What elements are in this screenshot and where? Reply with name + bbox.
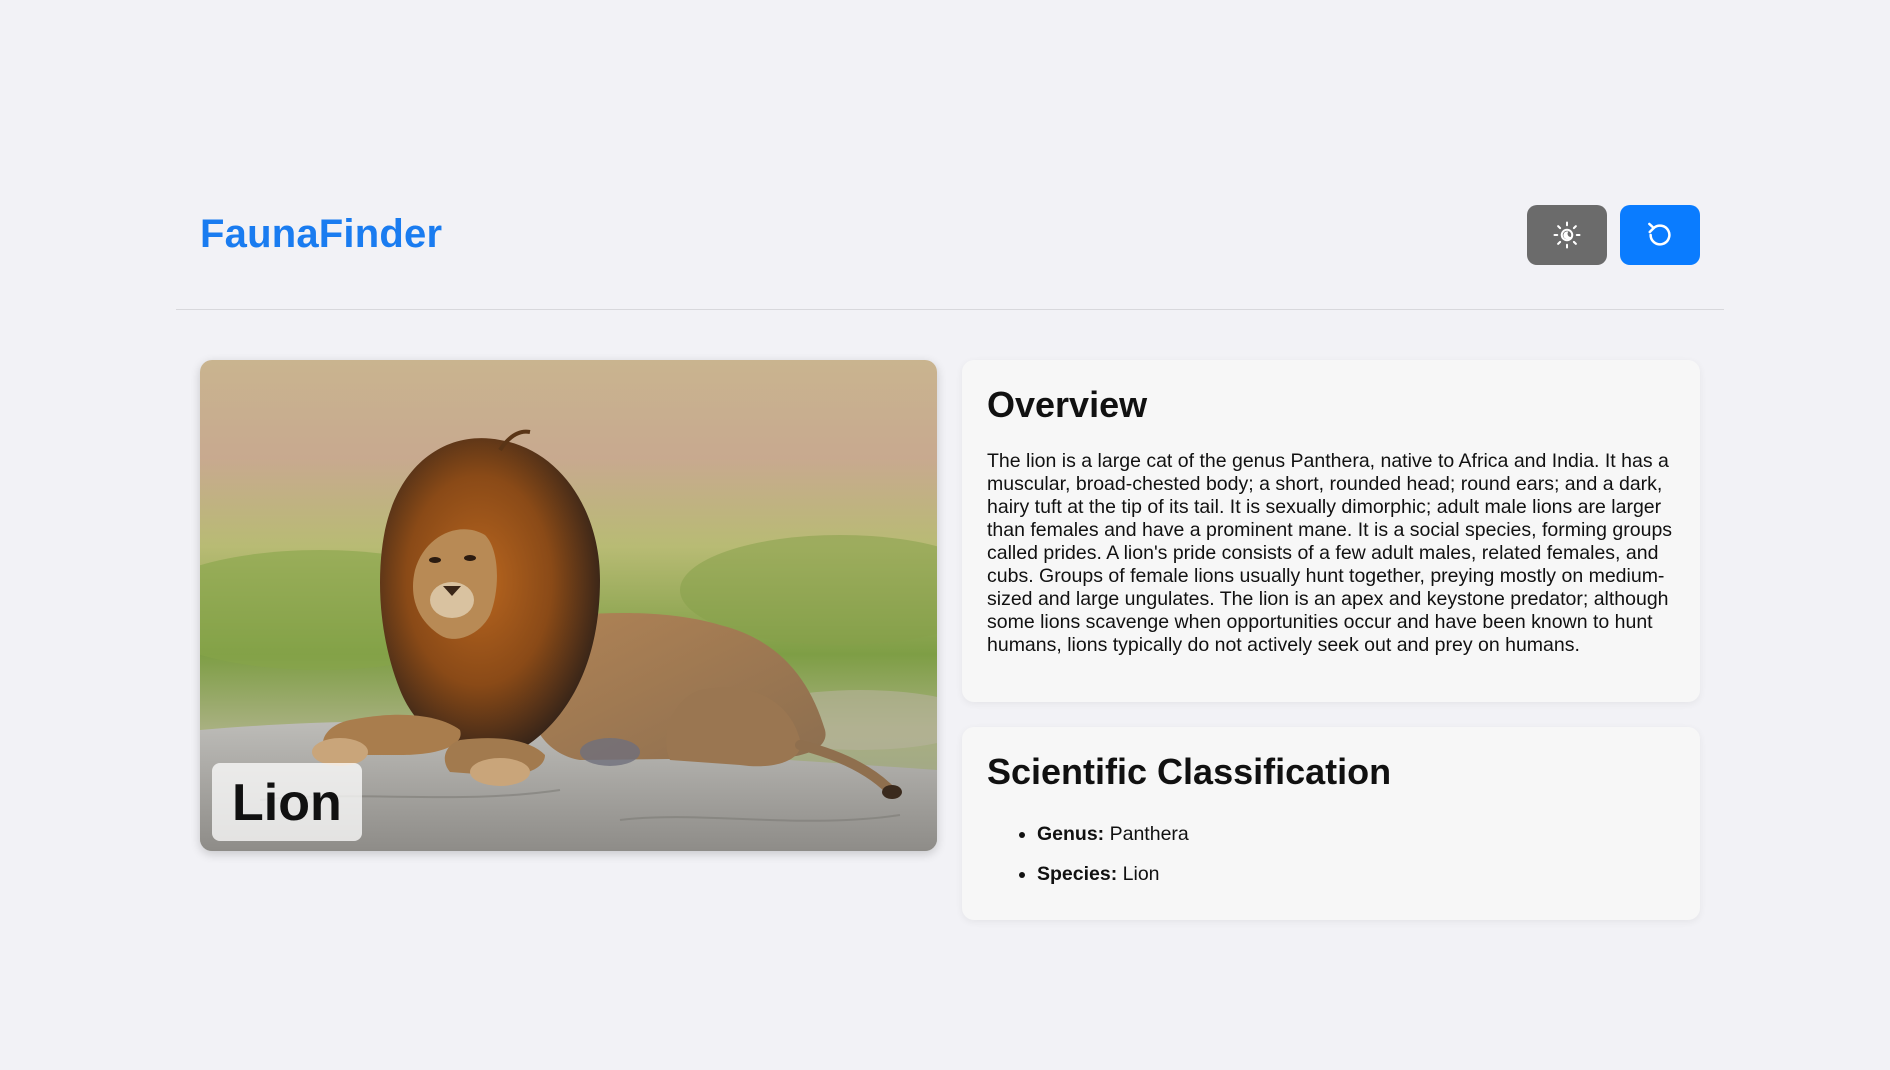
brand-title: FaunaFinder xyxy=(200,212,443,256)
classification-list: Genus: Panthera Species: Lion xyxy=(987,823,1675,886)
reset-button[interactable] xyxy=(1620,205,1700,265)
classification-label: Species: xyxy=(1037,863,1118,885)
classification-panel: Scientific Classification Genus: Panther… xyxy=(962,727,1700,920)
sun-moon-icon xyxy=(1552,220,1582,250)
animal-image-card: Lion xyxy=(200,360,937,851)
theme-toggle-button[interactable] xyxy=(1527,205,1607,265)
classification-title: Scientific Classification xyxy=(987,751,1392,792)
classification-label: Genus: xyxy=(1037,823,1105,845)
overview-title: Overview xyxy=(987,384,1148,425)
classification-value: Panthera xyxy=(1109,823,1189,845)
classification-item-species: Species: Lion xyxy=(1037,863,1675,886)
overview-panel: Overview The lion is a large cat of the … xyxy=(962,360,1700,702)
classification-item-genus: Genus: Panthera xyxy=(1037,823,1675,846)
classification-value: Lion xyxy=(1122,863,1160,885)
overview-text: The lion is a large cat of the genus Pan… xyxy=(987,450,1673,656)
app-header: FaunaFinder xyxy=(176,180,1724,310)
animal-name-label: Lion xyxy=(212,763,362,841)
refresh-icon xyxy=(1645,220,1675,250)
app-container: FaunaFinder Lion Overview The lion is a … xyxy=(176,180,1724,920)
main-content: Lion Overview The lion is a large cat of… xyxy=(176,360,1724,920)
header-controls xyxy=(1527,205,1700,265)
